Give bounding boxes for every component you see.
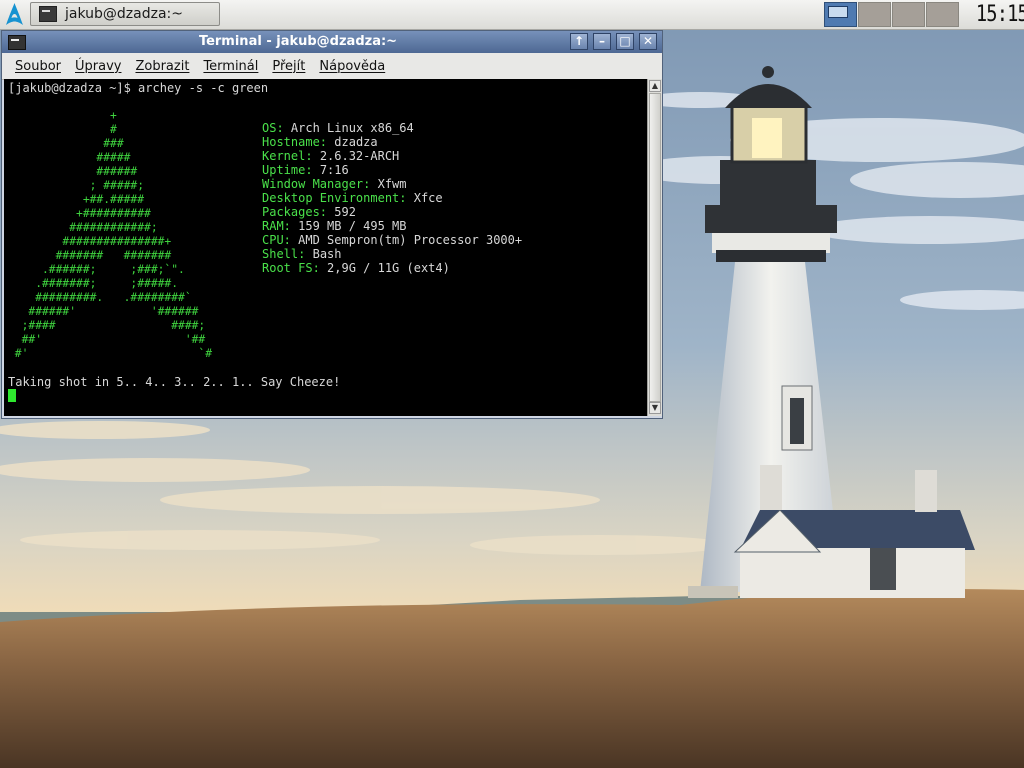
info-row-ram: RAM: 159 MB / 495 MB: [262, 219, 407, 233]
menu-soubor[interactable]: Soubor: [15, 59, 61, 74]
info-row-packages: Packages: 592: [262, 205, 356, 219]
workspace-1[interactable]: [824, 2, 857, 27]
command-line: [jakub@dzadza ~]$ archey -s -c green: [8, 81, 269, 95]
arrow-up-icon[interactable]: ↑: [570, 33, 588, 50]
terminal-icon: [39, 6, 57, 22]
arch-linux-logo-icon[interactable]: [2, 2, 27, 27]
menu-napoveda[interactable]: Nápověda: [319, 59, 385, 74]
maximize-icon[interactable]: □: [616, 33, 634, 50]
menu-prejit[interactable]: Přejít: [272, 59, 305, 74]
menu-bar: Soubor Úpravy Zobrazit Terminál Přejít N…: [2, 53, 662, 80]
info-row-root-fs: Root FS: 2,9G / 11G (ext4): [262, 261, 450, 275]
taskbar-button-label: jakub@dzadza:~: [65, 6, 183, 22]
info-row-shell: Shell: Bash: [262, 247, 342, 261]
scrollbar-thumb[interactable]: [649, 93, 661, 402]
arch-ascii-logo: + # ### ##### ###### ; #####; +##.##### …: [14, 109, 213, 360]
info-row-desktop-environment: Desktop Environment: Xfce: [262, 191, 443, 205]
clock[interactable]: 15:15: [976, 0, 1024, 29]
minimize-icon[interactable]: –: [593, 33, 611, 50]
top-panel: jakub@dzadza:~ 15:15: [0, 0, 1024, 30]
window-thumbnail: [828, 6, 848, 18]
info-row-window-manager: Window Manager: Xfwm: [262, 177, 407, 191]
terminal-scrollbar[interactable]: ▲ ▼: [647, 79, 662, 416]
info-row-hostname: Hostname: dzadza: [262, 135, 378, 149]
window-title: Terminal - jakub@dzadza:~: [198, 34, 398, 49]
menu-terminal[interactable]: Terminál: [203, 59, 258, 74]
workspace-3[interactable]: [892, 2, 925, 27]
info-row-os: OS: Arch Linux x86_64: [262, 121, 414, 135]
close-icon[interactable]: ✕: [639, 33, 657, 50]
workspace-2[interactable]: [858, 2, 891, 27]
scroll-up-arrow-icon[interactable]: ▲: [649, 80, 661, 92]
menu-zobrazit[interactable]: Zobrazit: [135, 59, 189, 74]
terminal-output[interactable]: [jakub@dzadza ~]$ archey -s -c green + #…: [4, 79, 647, 416]
info-row-uptime: Uptime: 7:16: [262, 163, 349, 177]
taskbar-button-terminal[interactable]: jakub@dzadza:~: [30, 2, 220, 26]
info-row-kernel: Kernel: 2.6.32-ARCH: [262, 149, 400, 163]
terminal-window: Terminal - jakub@dzadza:~ ↑ – □ ✕ Soubor…: [1, 30, 663, 419]
system-info: OS: Arch Linux x86_64 Hostname: dzadza K…: [262, 121, 522, 275]
info-row-cpu: CPU: AMD Sempron(tm) Processor 3000+: [262, 233, 523, 247]
window-titlebar[interactable]: Terminal - jakub@dzadza:~ ↑ – □ ✕: [2, 31, 662, 53]
shot-countdown-line: Taking shot in 5.. 4.. 3.. 2.. 1.. Say C…: [8, 375, 341, 389]
workspace-switcher: [824, 2, 960, 27]
scroll-down-arrow-icon[interactable]: ▼: [649, 402, 661, 414]
text-cursor: [8, 389, 16, 402]
menu-upravy[interactable]: Úpravy: [75, 59, 121, 74]
workspace-4[interactable]: [926, 2, 959, 27]
